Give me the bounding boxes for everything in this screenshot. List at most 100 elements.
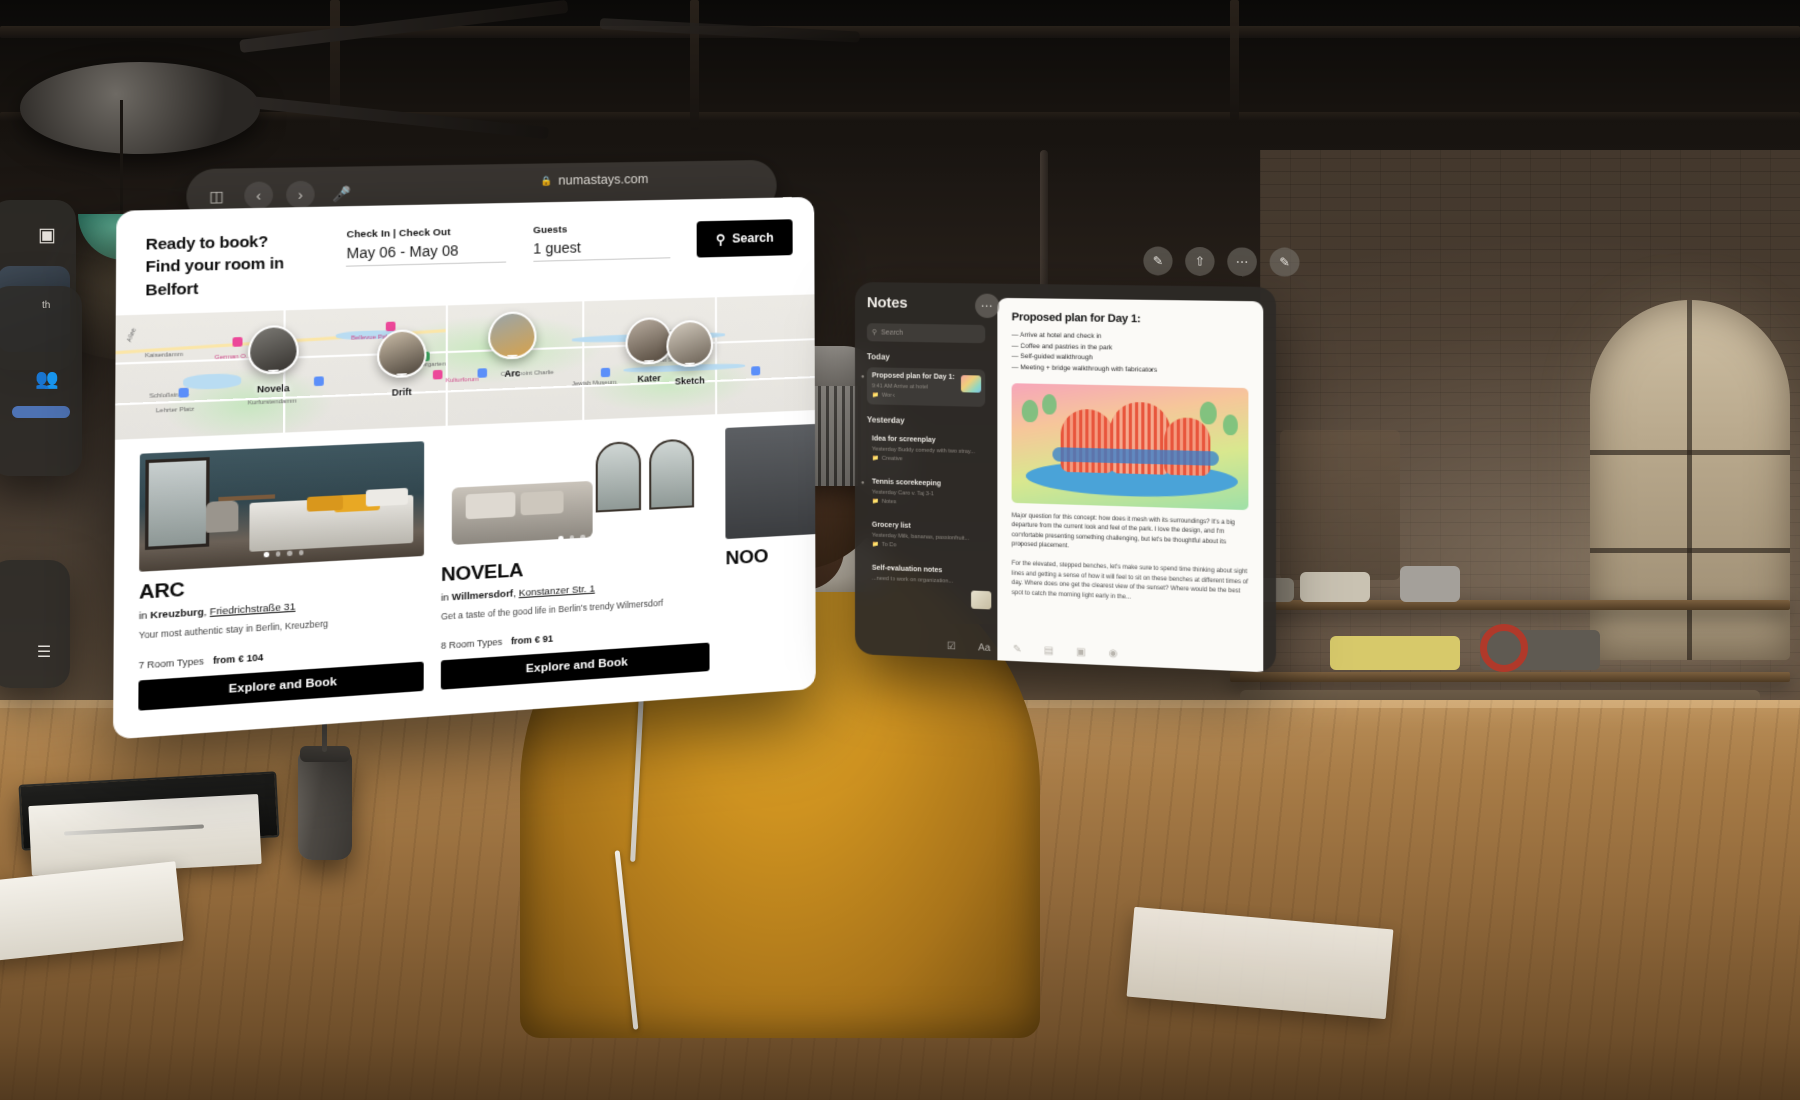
- sidebar-icon[interactable]: ◫: [202, 182, 231, 210]
- audio-panel[interactable]: ☰: [0, 560, 70, 688]
- map-poi-icon: [600, 367, 611, 378]
- photo-carousel-dots[interactable]: [558, 534, 596, 542]
- hotel-street[interactable]: Friedrichstraße 31: [210, 601, 296, 618]
- search-button[interactable]: ⚲ Search: [696, 219, 793, 258]
- compose-icon[interactable]: ✎: [1269, 247, 1300, 277]
- safari-window[interactable]: ◫ ‹ › 🎤 🔒 numastays.com AA ↻ ⇧ + ❐ Ready…: [113, 159, 816, 740]
- markup-icon[interactable]: ✎: [1013, 644, 1022, 656]
- note-list-item[interactable]: Idea for screenplay Yesterday Buddy come…: [867, 430, 985, 470]
- map-label: Kulturforum: [445, 376, 479, 385]
- carousel-dot[interactable]: [286, 550, 292, 557]
- carousel-dot[interactable]: [591, 534, 596, 540]
- hotel-street[interactable]: Konstanzer Str. 1: [519, 583, 595, 599]
- notes-window[interactable]: ✎ ⇧ ⋯ ✎ Notes ⋯ ⚲ Search Today ● Propose…: [855, 246, 1300, 673]
- guests-field[interactable]: Guests 1 guest: [533, 222, 671, 262]
- note-attachment-thumbnail[interactable]: [971, 590, 992, 610]
- carousel-dot[interactable]: [263, 552, 269, 558]
- shelf: [1230, 672, 1790, 682]
- ellipsis-icon[interactable]: ⋯: [975, 293, 1000, 319]
- map-pin-label: Novela: [256, 382, 290, 395]
- note-list-item[interactable]: ● Tennis scorekeeping Yesterday Caro v. …: [861, 473, 985, 514]
- panel-partial-label: th: [42, 300, 51, 311]
- microphone-icon[interactable]: 🎤: [328, 180, 356, 208]
- guests-field-value[interactable]: 1 guest: [533, 237, 671, 262]
- search-input[interactable]: ⚲ Search: [866, 323, 986, 344]
- artwork-tree: [1199, 401, 1217, 425]
- ellipsis-icon[interactable]: ⋯: [1227, 247, 1257, 277]
- map-pin-novela[interactable]: Novela: [247, 324, 299, 395]
- note-document[interactable]: Proposed plan for Day 1: — Arrive at hot…: [997, 297, 1264, 673]
- map-pin-photo: [488, 310, 537, 360]
- webpage: Ready to book? Find your room in Belfort…: [113, 196, 816, 740]
- contacts-panel[interactable]: th 👥: [0, 286, 82, 476]
- note-list-item[interactable]: Self-evaluation notes ...need to work on…: [867, 559, 985, 593]
- ceiling-beam: [690, 0, 699, 130]
- map-poi-icon: [178, 387, 189, 398]
- sticker-icon[interactable]: ◉: [1109, 648, 1118, 660]
- hotel-card[interactable]: NOO: [725, 416, 816, 670]
- carousel-dot[interactable]: [275, 551, 281, 557]
- photo-cushion: [465, 491, 516, 520]
- note-paragraph: Major question for this concept: how doe…: [1011, 512, 1235, 550]
- note-document-heading: Proposed plan for Day 1:: [1011, 311, 1141, 326]
- hotel-photo[interactable]: [139, 441, 425, 572]
- explore-and-book-button[interactable]: Explore and Book: [440, 642, 710, 690]
- text-format-icon[interactable]: Aa: [978, 642, 990, 654]
- map-poi-icon: [232, 336, 243, 347]
- notes-group-label: Today: [866, 352, 890, 362]
- notes-body: Notes ⋯ ⚲ Search Today ● Proposed plan f…: [855, 282, 1277, 673]
- note-list-item[interactable]: ● Proposed plan for Day 1: 9:41 AM Arriv…: [861, 367, 986, 407]
- share-icon[interactable]: ⇧: [1185, 246, 1215, 276]
- note-folder-label: Notes: [881, 498, 897, 506]
- folder-icon: 📁: [871, 455, 879, 462]
- location-prefix: in: [440, 591, 449, 604]
- people-icon[interactable]: 👥: [32, 364, 62, 394]
- audio-waveform-icon[interactable]: ☰: [30, 638, 58, 666]
- map-poi-icon: [477, 368, 488, 378]
- markup-pen-icon[interactable]: ✎: [1143, 246, 1173, 276]
- map-pin-label: Sketch: [674, 375, 705, 387]
- artwork-tree: [1223, 414, 1238, 436]
- hotel-card[interactable]: ARC in Kreuzburg, Friedrichstraße 31 You…: [138, 441, 425, 711]
- carousel-dot[interactable]: [580, 535, 585, 540]
- checklist-icon[interactable]: ☑: [947, 641, 956, 652]
- photo-carousel-dots[interactable]: [263, 550, 304, 558]
- address-bar[interactable]: 🔒 numastays.com: [421, 159, 761, 202]
- map-pin-sketch[interactable]: Sketch: [666, 319, 714, 387]
- explore-and-book-button[interactable]: Explore and Book: [138, 661, 424, 711]
- search-icon: ⚲: [871, 329, 877, 337]
- date-field[interactable]: Check In | Check Out May 06 - May 08: [346, 226, 506, 267]
- chevron-right-icon[interactable]: ›: [286, 180, 315, 209]
- location-prefix: in: [138, 609, 148, 623]
- carousel-dot[interactable]: [558, 536, 564, 542]
- chevron-left-icon[interactable]: ‹: [244, 181, 274, 210]
- note-snippet: ...need to work on organization...: [871, 575, 954, 585]
- map-poi-icon: [751, 366, 761, 376]
- map-pin-label: Arc: [504, 367, 521, 379]
- map-pin-arc[interactable]: Arc: [488, 310, 537, 380]
- hotel-photo[interactable]: [441, 429, 709, 555]
- table-icon[interactable]: ▤: [1044, 645, 1054, 657]
- camera-icon[interactable]: ▣: [1076, 647, 1086, 659]
- note-artwork[interactable]: [1011, 382, 1249, 510]
- hotel-price: from € 91: [510, 633, 553, 647]
- date-field-value[interactable]: May 06 - May 08: [346, 240, 506, 267]
- photo-pillow: [306, 495, 344, 512]
- photo-arch-window: [595, 440, 641, 513]
- map-pin-photo: [247, 324, 299, 375]
- carousel-dot[interactable]: [298, 550, 304, 556]
- map-road: [445, 305, 448, 426]
- ceiling-beam: [1230, 0, 1239, 120]
- photo-cushion: [520, 490, 564, 516]
- pin-icon: ●: [860, 374, 865, 381]
- artwork-structure: [1164, 416, 1211, 476]
- hotel-name: NOO: [725, 545, 769, 570]
- hotel-photo[interactable]: [725, 416, 816, 539]
- map-pin-drift[interactable]: Drift: [377, 328, 427, 398]
- hotel-district: Willmersdorf: [451, 588, 514, 604]
- note-list-item[interactable]: Grocery list Yesterday Milk, bananas, pa…: [867, 516, 985, 557]
- note-folder-label: To Do: [881, 541, 897, 549]
- carousel-dot[interactable]: [569, 535, 574, 541]
- hotel-card[interactable]: NOVELA in Willmersdorf, Konstanzer Str. …: [440, 429, 710, 690]
- notes-window-toolbar[interactable]: ✎ ⇧ ⋯ ✎: [1143, 246, 1300, 277]
